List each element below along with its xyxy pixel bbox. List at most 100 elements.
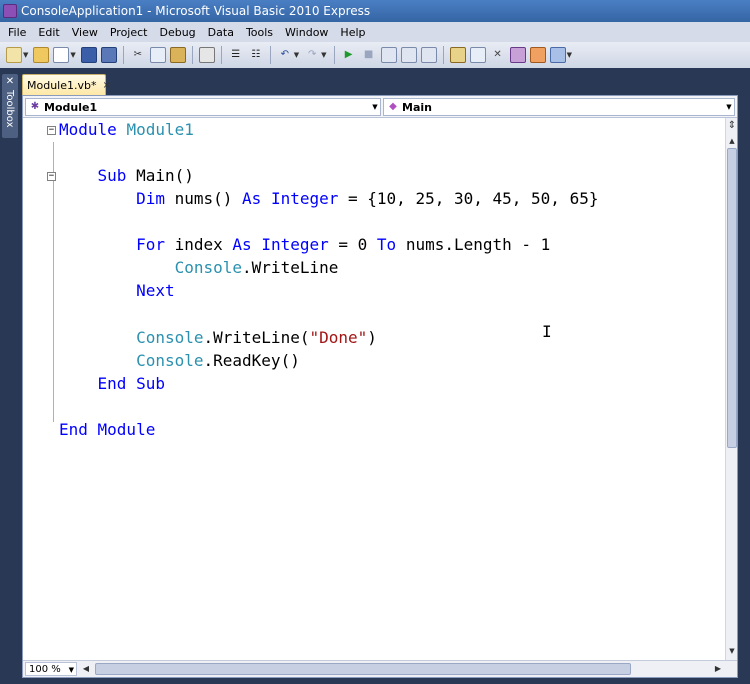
paste-icon[interactable]	[169, 47, 186, 63]
app-icon	[3, 4, 17, 18]
standard-toolbar: ▼ ▼ ✂ ☰ ☷ ↶ ▼ ↷ ▼ ▶ ■ ✕ ▼	[0, 42, 750, 68]
start-page-icon[interactable]	[549, 47, 566, 63]
menu-edit[interactable]: Edit	[32, 26, 65, 39]
properties-icon[interactable]	[469, 47, 486, 63]
left-dock-strip	[0, 68, 20, 684]
find-icon[interactable]	[198, 47, 215, 63]
keyword: As	[242, 189, 262, 208]
comment-icon[interactable]: ☰	[228, 47, 244, 63]
string-literal: "Done"	[309, 328, 368, 347]
title-bar: ConsoleApplication1 - Microsoft Visual B…	[0, 0, 750, 22]
toolbar-separator	[333, 46, 335, 64]
add-item-dropdown-icon[interactable]: ▼	[70, 51, 75, 59]
type-name: Console	[174, 258, 243, 277]
object-browser-icon[interactable]	[509, 47, 526, 63]
redo-icon[interactable]: ↷	[304, 47, 320, 63]
code-text: .WriteLine(	[203, 328, 310, 347]
code-line-1: Module Module1	[59, 120, 194, 140]
toolbar-separator	[220, 46, 222, 64]
new-project-dropdown-icon[interactable]: ▼	[23, 51, 28, 59]
stop-icon[interactable]: ■	[361, 47, 377, 63]
step-out-icon[interactable]	[420, 47, 437, 63]
toolbar-separator	[191, 46, 193, 64]
step-over-icon[interactable]	[400, 47, 417, 63]
method-icon: ◆	[389, 101, 397, 112]
keyword: Integer	[270, 189, 339, 208]
toolbox-icon[interactable]: ✕	[490, 47, 506, 63]
menu-window[interactable]: Window	[279, 26, 334, 39]
scroll-down-icon[interactable]: ▼	[727, 646, 737, 656]
code-text: = 0	[328, 235, 377, 254]
window-title: ConsoleApplication1 - Microsoft Visual B…	[21, 4, 371, 18]
chevron-down-icon: ▼	[68, 666, 74, 674]
open-folder-icon[interactable]	[33, 47, 50, 63]
code-text-area[interactable]: − − Module Module1 Sub Main() Dim nums()…	[23, 118, 725, 660]
keyword: End Module	[59, 420, 156, 439]
scroll-up-icon[interactable]: ▲	[727, 136, 737, 146]
save-all-icon[interactable]	[100, 47, 117, 63]
redo-dropdown-icon[interactable]: ▼	[321, 51, 326, 59]
code-line-8: Console.ReadKey()	[59, 351, 300, 371]
code-text: .ReadKey()	[203, 351, 300, 370]
code-line-7: Console.WriteLine("Done")	[59, 328, 377, 348]
text-cursor-icon: I	[542, 322, 552, 341]
toolbox-label: Toolbox	[4, 90, 15, 128]
add-item-icon[interactable]	[53, 47, 70, 63]
keyword: End Sub	[97, 374, 165, 393]
scroll-right-icon[interactable]: ▶	[713, 663, 723, 675]
code-line-4: For index As Integer = 0 To nums.Length …	[59, 235, 550, 255]
document-tab-label: Module1.vb*	[27, 78, 97, 92]
copy-icon[interactable]	[149, 47, 166, 63]
toolbox-tab[interactable]: ✕ Toolbox	[2, 74, 18, 138]
scroll-left-icon[interactable]: ◀	[81, 663, 91, 675]
undo-icon[interactable]: ↶	[277, 47, 293, 63]
menu-view[interactable]: View	[66, 26, 104, 39]
menu-bar: File Edit View Project Debug Data Tools …	[0, 22, 750, 42]
zoom-dropdown[interactable]: 100 % ▼	[25, 662, 77, 676]
navigation-bar: ✱ Module1 ▼ ◆ Main ▼	[23, 96, 737, 118]
vertical-scrollbar[interactable]: ⇕ ▲ ▼	[725, 118, 737, 660]
toolbar-options-icon[interactable]: ▼	[567, 51, 572, 59]
new-project-icon[interactable]	[6, 47, 22, 63]
document-tab-module1[interactable]: Module1.vb* ×	[22, 74, 111, 95]
undo-dropdown-icon[interactable]: ▼	[294, 51, 299, 59]
editor-bottom-bar: 100 % ▼ ◀ ▶	[23, 660, 737, 677]
vertical-scroll-thumb[interactable]	[727, 148, 737, 448]
keyword: As	[232, 235, 252, 254]
keyword: For	[136, 235, 165, 254]
ide-window: ConsoleApplication1 - Microsoft Visual B…	[0, 0, 750, 684]
uncomment-icon[interactable]: ☷	[248, 47, 264, 63]
type-name: Module1	[126, 120, 194, 139]
toolbar-separator	[122, 46, 124, 64]
menu-help[interactable]: Help	[334, 26, 371, 39]
splitter-icon[interactable]: ⇕	[727, 120, 737, 132]
code-text: index	[164, 235, 233, 254]
code-text: )	[367, 328, 377, 347]
keyword: Integer	[261, 235, 329, 254]
close-tab-icon[interactable]: ×	[103, 80, 111, 91]
collapse-module-icon[interactable]: −	[47, 126, 56, 135]
save-icon[interactable]	[80, 47, 97, 63]
member-dropdown[interactable]: ◆ Main ▼	[383, 98, 735, 116]
toolbar-separator	[442, 46, 444, 64]
start-debugging-icon[interactable]: ▶	[341, 47, 357, 63]
class-dropdown[interactable]: ✱ Module1 ▼	[25, 98, 381, 116]
menu-tools[interactable]: Tools	[240, 26, 279, 39]
step-into-icon[interactable]	[380, 47, 397, 63]
keyword: Next	[136, 281, 175, 300]
cut-icon[interactable]: ✂	[130, 47, 146, 63]
menu-debug[interactable]: Debug	[153, 26, 201, 39]
menu-file[interactable]: File	[2, 26, 32, 39]
menu-data[interactable]: Data	[202, 26, 240, 39]
error-list-icon[interactable]	[529, 47, 546, 63]
toolbar-separator	[269, 46, 271, 64]
collapse-sub-icon[interactable]: −	[47, 172, 56, 181]
menu-project[interactable]: Project	[104, 26, 154, 39]
code-line-9: End Sub	[59, 374, 165, 394]
type-name: Console	[136, 328, 204, 347]
code-line-5: Console.WriteLine	[59, 258, 339, 278]
solution-explorer-icon[interactable]	[449, 47, 466, 63]
horizontal-scroll-thumb[interactable]	[95, 663, 631, 675]
keyword: Dim	[136, 189, 165, 208]
outline-guide	[53, 142, 54, 422]
